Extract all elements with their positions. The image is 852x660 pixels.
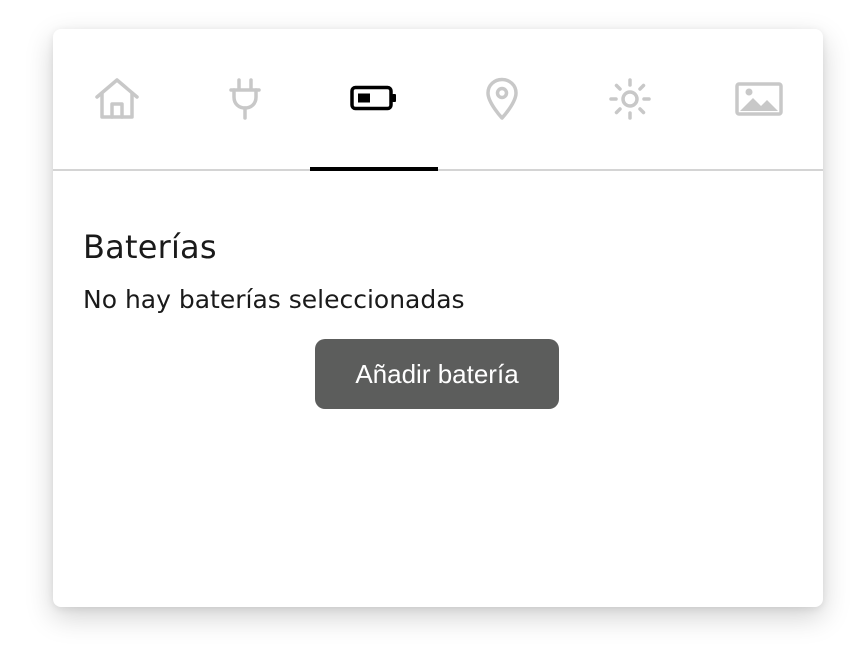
tab-plug[interactable] [181, 29, 309, 169]
empty-state-message: No hay baterías seleccionadas [83, 285, 465, 314]
battery-panel: Baterías No hay baterías seleccionadas A… [53, 29, 823, 607]
sun-icon [609, 78, 652, 120]
image-icon [735, 82, 783, 116]
tab-bar [53, 29, 823, 171]
add-battery-button[interactable]: Añadir batería [315, 339, 559, 409]
active-tab-indicator [309, 167, 438, 171]
tab-battery[interactable] [309, 29, 438, 171]
batteries-section: Baterías No hay baterías seleccionadas [83, 225, 793, 315]
tab-image[interactable] [695, 29, 823, 169]
battery-icon [350, 85, 396, 111]
location-pin-icon [486, 77, 518, 120]
home-icon [95, 78, 139, 119]
tab-home[interactable] [53, 29, 181, 169]
tab-location[interactable] [438, 29, 566, 169]
section-title: Baterías [83, 228, 217, 266]
tab-sun[interactable] [566, 29, 694, 169]
plug-icon [229, 78, 262, 120]
